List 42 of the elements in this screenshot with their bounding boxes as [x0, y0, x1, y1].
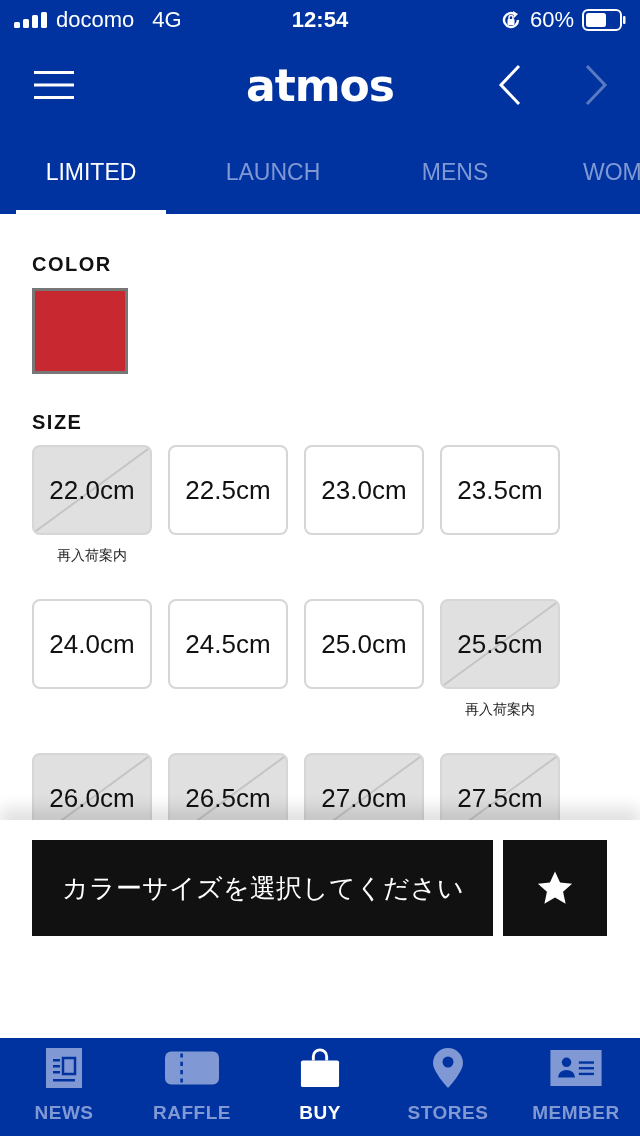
- favorite-button[interactable]: [503, 840, 607, 936]
- back-chevron-icon[interactable]: [498, 64, 522, 106]
- color-swatch[interactable]: [32, 288, 128, 374]
- battery-icon: [582, 9, 626, 31]
- star-icon: [536, 869, 574, 907]
- restock-notice-link[interactable]: 再入荷案内: [57, 547, 127, 565]
- size-option[interactable]: 26.0cm: [32, 753, 152, 820]
- size-option[interactable]: 27.5cm: [440, 753, 560, 820]
- brand-logo[interactable]: atmos: [246, 59, 394, 111]
- bottom-nav-tab[interactable]: MEMBER: [512, 1038, 640, 1136]
- bottom-nav-tab[interactable]: RAFFLE: [128, 1038, 256, 1136]
- category-tab[interactable]: LIMITED: [0, 130, 182, 214]
- menu-icon[interactable]: [34, 69, 74, 101]
- bottom-nav-tab[interactable]: BUY: [256, 1038, 384, 1136]
- category-tab[interactable]: WOM: [546, 130, 640, 214]
- size-option[interactable]: 22.0cm: [32, 445, 152, 535]
- bottom-nav-tab[interactable]: STORES: [384, 1038, 512, 1136]
- ticket-icon: [165, 1050, 219, 1086]
- clock-time: 12:54: [291, 7, 349, 33]
- carrier-name: docomo: [56, 7, 135, 33]
- shopping-bag-icon: [300, 1048, 340, 1088]
- size-option[interactable]: 24.0cm: [32, 599, 152, 689]
- size-option[interactable]: 24.5cm: [168, 599, 288, 689]
- section-label: COLOR: [32, 252, 113, 276]
- size-option[interactable]: 23.0cm: [304, 445, 424, 535]
- battery-percentage: 60%: [529, 7, 574, 33]
- size-option[interactable]: 22.5cm: [168, 445, 288, 535]
- category-tab[interactable]: MENS: [364, 130, 546, 214]
- network-type: 4G: [152, 7, 182, 33]
- size-option[interactable]: 27.0cm: [304, 753, 424, 820]
- size-option[interactable]: 25.5cm: [440, 599, 560, 689]
- category-tab[interactable]: LAUNCH: [182, 130, 364, 214]
- select-color-size-button[interactable]: カラーサイズを選択してください: [32, 840, 493, 936]
- size-option[interactable]: 25.0cm: [304, 599, 424, 689]
- size-option[interactable]: 23.5cm: [440, 445, 560, 535]
- bottom-nav-tab[interactable]: NEWS: [0, 1038, 128, 1136]
- newspaper-icon: [44, 1048, 84, 1088]
- member-card-icon: [549, 1050, 603, 1086]
- signal-icon: [14, 12, 48, 28]
- size-option[interactable]: 26.5cm: [168, 753, 288, 820]
- section-label: SIZE: [32, 410, 84, 434]
- restock-notice-link[interactable]: 再入荷案内: [465, 701, 535, 719]
